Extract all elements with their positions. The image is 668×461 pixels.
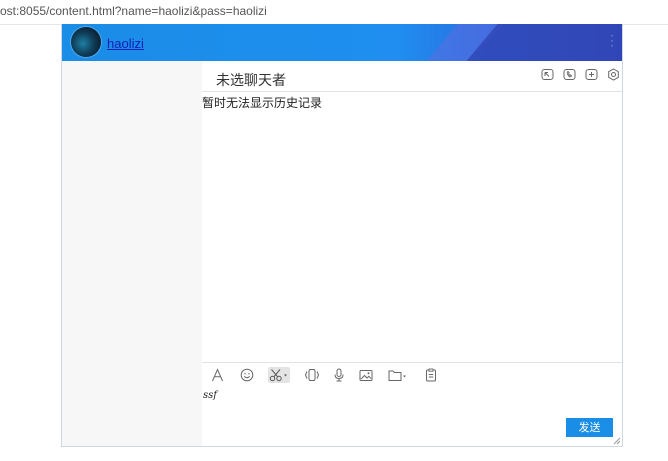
send-button[interactable]: 发送	[566, 418, 613, 437]
more-icon[interactable]: · · ·	[610, 30, 614, 52]
url-text[interactable]: ost:8055/content.html?name=haolizi&pass=…	[0, 4, 267, 18]
app-header: haolizi · · ·	[62, 24, 622, 61]
address-bar[interactable]: ost:8055/content.html?name=haolizi&pass=…	[0, 0, 668, 25]
shake-icon[interactable]	[304, 367, 320, 383]
add-icon[interactable]	[585, 68, 598, 81]
chat-app-window: haolizi · · · 未选聊天者 暂时无法显示历史记录 ssf 发送	[61, 24, 623, 447]
history-message: 暂时无法显示历史记录	[202, 96, 323, 110]
avatar[interactable]	[71, 27, 101, 57]
input-divider	[202, 362, 622, 363]
username-link[interactable]: haolizi	[107, 36, 144, 51]
phone-icon[interactable]	[563, 68, 576, 81]
microphone-icon[interactable]	[331, 367, 347, 383]
settings-icon[interactable]	[607, 68, 620, 81]
emoji-icon[interactable]	[239, 367, 255, 383]
image-icon[interactable]	[358, 367, 374, 383]
screenshot-icon[interactable]	[268, 367, 290, 383]
title-divider	[202, 91, 622, 92]
contact-sidebar	[62, 61, 202, 446]
clipboard-icon[interactable]	[423, 367, 439, 383]
input-toolbar	[202, 365, 622, 385]
folder-icon[interactable]	[387, 367, 409, 383]
resize-grip-icon[interactable]	[613, 437, 621, 445]
screen-share-icon[interactable]	[541, 68, 554, 81]
chat-actions	[541, 68, 620, 81]
chat-title: 未选聊天者	[216, 73, 286, 89]
message-input[interactable]: ssf	[203, 390, 217, 401]
font-icon[interactable]	[209, 367, 225, 383]
chat-panel: 未选聊天者 暂时无法显示历史记录 ssf 发送	[202, 61, 622, 446]
